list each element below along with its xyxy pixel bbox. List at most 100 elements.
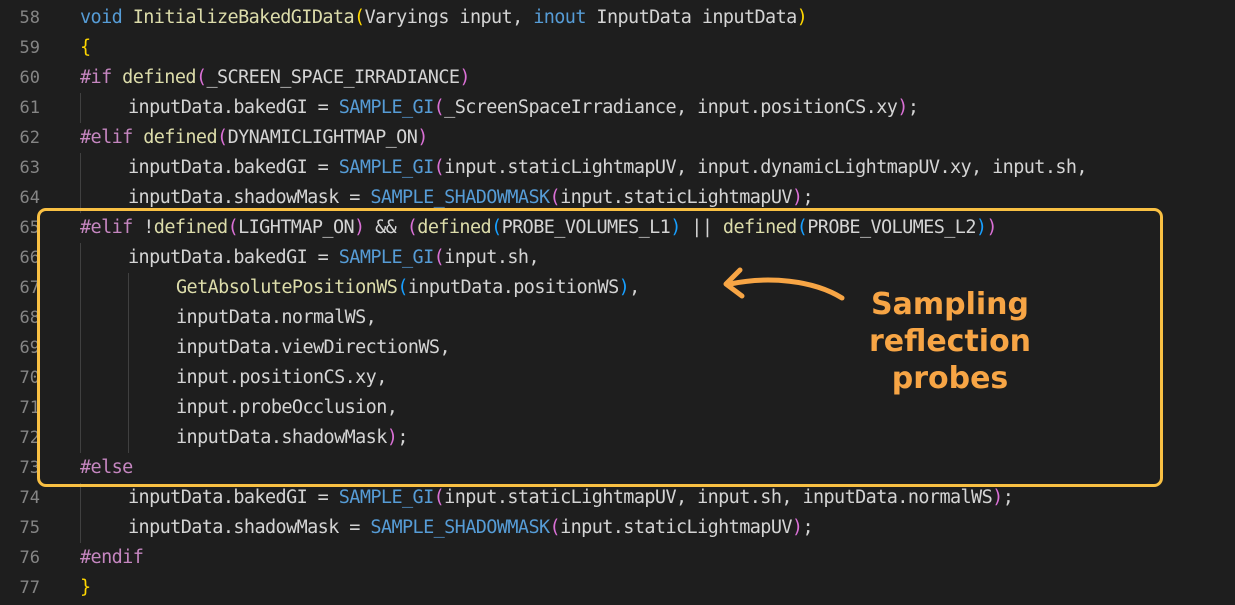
code-token: InputData xyxy=(596,7,702,28)
code-token: inputData.bakedGI = xyxy=(128,487,339,508)
line-number: 75 xyxy=(19,518,40,538)
code-token: ) xyxy=(459,67,470,88)
line-number: 64 xyxy=(19,188,40,208)
line-number: 58 xyxy=(19,8,40,28)
code-text: { xyxy=(80,33,91,63)
code-line[interactable]: 61 inputData.bakedGI = SAMPLE_GI(_ScreenS… xyxy=(0,93,1235,123)
code-token: ( xyxy=(433,97,445,118)
code-token: inputData.shadowMask = xyxy=(128,187,371,208)
code-text: inputData.bakedGI = SAMPLE_GI(input.stat… xyxy=(128,483,1014,513)
code-token: ) xyxy=(791,517,803,538)
code-token: { xyxy=(80,37,91,58)
line-number: 69 xyxy=(19,338,40,358)
code-token: input.staticLightmapUV, input.dynamicLig… xyxy=(444,157,1087,178)
code-token: inputData xyxy=(701,7,797,28)
line-number: 59 xyxy=(19,38,40,58)
code-text: #endif xyxy=(80,543,144,573)
code-token: ( xyxy=(549,517,561,538)
code-text: #if defined(_SCREEN_SPACE_IRRADIANCE) xyxy=(80,63,471,93)
code-token: inputData.bakedGI = xyxy=(128,157,339,178)
code-token: ) xyxy=(992,487,1003,508)
line-number: 65 xyxy=(19,218,40,238)
line-number: 66 xyxy=(19,248,40,268)
code-token: #elif xyxy=(80,127,144,148)
code-token: ) xyxy=(897,97,908,118)
code-token: ; xyxy=(802,187,814,208)
code-token: inout xyxy=(533,7,597,28)
annotation-line-2: reflection xyxy=(868,324,1032,359)
code-token: ( xyxy=(217,127,228,148)
code-token: ) xyxy=(796,7,808,28)
code-token: SAMPLE_GI xyxy=(338,487,434,508)
annotation-line-1: Sampling xyxy=(871,287,1029,322)
code-text: inputData.bakedGI = SAMPLE_GI(input.stat… xyxy=(128,153,1088,183)
code-token: defined xyxy=(143,127,218,148)
line-number: 67 xyxy=(19,278,40,298)
code-token: input.staticLightmapUV xyxy=(560,187,792,208)
code-token: input xyxy=(459,7,513,28)
code-token: ; xyxy=(802,517,814,538)
indent-guide xyxy=(80,153,81,183)
code-token: SAMPLE_SHADOWMASK xyxy=(370,517,550,538)
code-text: inputData.bakedGI = SAMPLE_GI(_ScreenSpa… xyxy=(128,93,919,123)
line-number: 71 xyxy=(19,398,40,418)
code-token: SAMPLE_SHADOWMASK xyxy=(370,187,550,208)
line-number: 63 xyxy=(19,158,40,178)
code-token: _ScreenSpaceIrradiance, input.positionCS… xyxy=(444,97,898,118)
line-number: 73 xyxy=(19,458,40,478)
code-token: #if xyxy=(80,67,123,88)
code-token: ) xyxy=(417,127,428,148)
code-token: #endif xyxy=(80,547,144,568)
code-token: ) xyxy=(791,187,803,208)
line-number: 62 xyxy=(19,128,40,148)
line-number: 76 xyxy=(19,548,40,568)
code-token: } xyxy=(80,577,91,598)
code-token: ( xyxy=(195,67,207,88)
code-line[interactable]: 62 #elif defined(DYNAMICLIGHTMAP_ON) xyxy=(0,123,1235,153)
code-line[interactable]: 74 inputData.bakedGI = SAMPLE_GI(input.st… xyxy=(0,483,1235,513)
code-text: inputData.shadowMask = SAMPLE_SHADOWMASK… xyxy=(128,513,814,543)
code-text: #elif defined(DYNAMICLIGHTMAP_ON) xyxy=(80,123,428,153)
annotation-line-3: probes xyxy=(891,361,1009,396)
code-token: SAMPLE_GI xyxy=(338,97,434,118)
annotation-label: Sampling reflection probes xyxy=(845,286,1055,397)
line-number: 72 xyxy=(19,428,40,448)
code-line[interactable]: 59 { xyxy=(0,33,1235,63)
code-line[interactable]: 58 void InitializeBakedGIData(Varyings in… xyxy=(0,3,1235,33)
code-token: ( xyxy=(549,187,561,208)
code-token: ; xyxy=(907,97,919,118)
code-token: ( xyxy=(433,487,445,508)
code-line[interactable]: 60 #if defined(_SCREEN_SPACE_IRRADIANCE) xyxy=(0,63,1235,93)
code-token: defined xyxy=(122,67,196,88)
arrow-icon xyxy=(723,267,845,301)
code-line[interactable]: 77} xyxy=(0,573,1235,603)
code-line[interactable]: 76 #endif xyxy=(0,543,1235,573)
code-token: _SCREEN_SPACE_IRRADIANCE xyxy=(206,67,460,88)
code-token: inputData xyxy=(128,97,223,118)
line-number: 70 xyxy=(19,368,40,388)
code-token: .bakedGI = xyxy=(222,97,339,118)
indent-guide xyxy=(80,93,81,123)
line-number: 77 xyxy=(19,578,40,598)
code-token: inputData.shadowMask = xyxy=(128,517,371,538)
code-line[interactable]: 63 inputData.bakedGI = SAMPLE_GI(input.st… xyxy=(0,153,1235,183)
code-token: DYNAMICLIGHTMAP_ON xyxy=(227,127,418,148)
code-token: ( xyxy=(433,157,445,178)
indent-guide xyxy=(80,513,81,543)
code-token: ; xyxy=(1002,487,1014,508)
code-token: input.staticLightmapUV, input.sh, inputD… xyxy=(444,487,993,508)
code-token: , xyxy=(512,7,534,28)
code-token: input.staticLightmapUV xyxy=(560,517,792,538)
indent-guide xyxy=(80,483,81,513)
code-text: void InitializeBakedGIData(Varyings inpu… xyxy=(80,3,808,33)
code-token: void xyxy=(80,7,133,28)
line-number: 61 xyxy=(19,98,40,118)
code-line[interactable]: 75 inputData.shadowMask = SAMPLE_SHADOWMA… xyxy=(0,513,1235,543)
code-token: InitializeBakedGIData xyxy=(132,7,355,28)
code-token: SAMPLE_GI xyxy=(338,157,434,178)
line-number: 74 xyxy=(19,488,40,508)
line-number: 60 xyxy=(19,68,40,88)
code-token: ( xyxy=(354,7,365,28)
code-token: Varyings xyxy=(364,7,460,28)
line-number: 68 xyxy=(19,308,40,328)
